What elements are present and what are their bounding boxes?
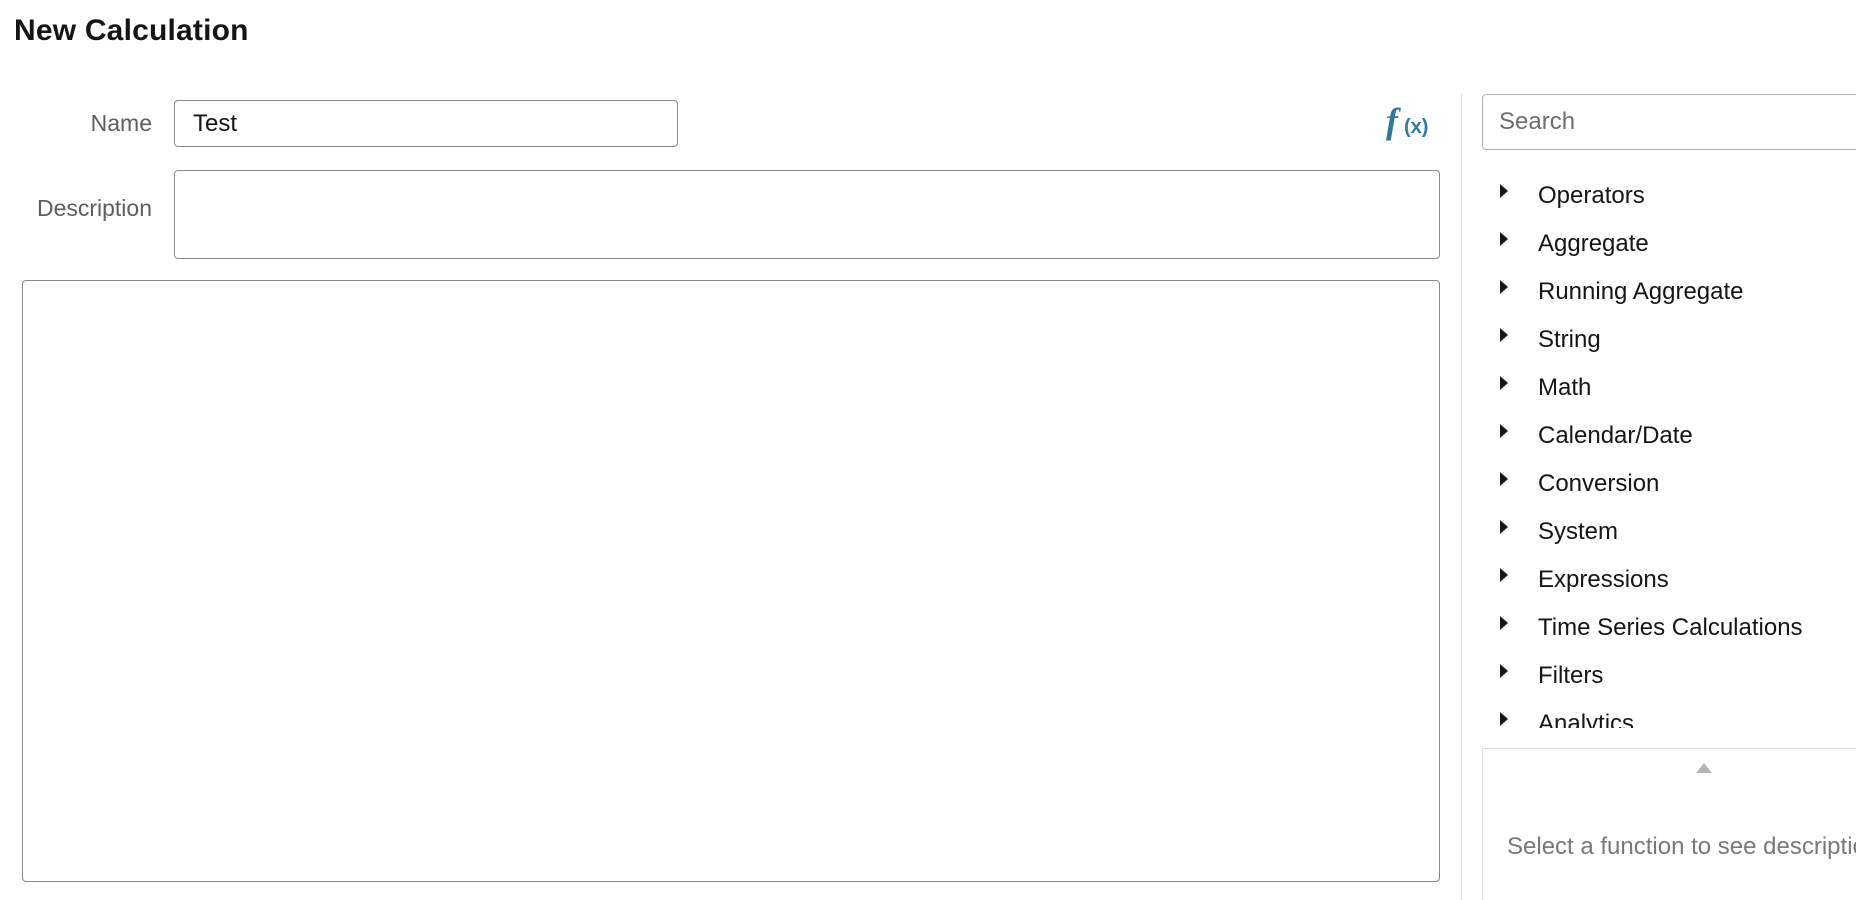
function-category-item[interactable]: Aggregate — [1482, 220, 1856, 268]
function-category-item[interactable]: Operators — [1482, 172, 1856, 220]
function-category-list: Operators Aggregate Running Aggregate Strin… — [1482, 172, 1856, 728]
expand-triangle-icon[interactable] — [1500, 712, 1508, 726]
function-search-input[interactable] — [1482, 94, 1856, 150]
function-category-label: Time Series Calculations — [1538, 614, 1803, 641]
expression-editor[interactable] — [22, 280, 1440, 882]
function-category-label: Calendar/Date — [1538, 422, 1693, 449]
function-category-label: Expressions — [1538, 566, 1669, 593]
function-description-hint: Select a function to see description — [1507, 833, 1856, 860]
fx-x-glyph: (x) — [1404, 116, 1429, 138]
new-calculation-dialog: New Calculation Name f (x) Description O… — [0, 0, 1856, 900]
function-category-label: Aggregate — [1538, 230, 1649, 257]
expand-triangle-icon[interactable] — [1500, 280, 1508, 294]
function-category-label: Running Aggregate — [1538, 278, 1744, 305]
description-label: Description — [36, 195, 152, 221]
expand-triangle-icon[interactable] — [1500, 328, 1508, 342]
function-category-label: Filters — [1538, 662, 1604, 689]
expand-triangle-icon[interactable] — [1500, 520, 1508, 534]
expand-triangle-icon[interactable] — [1500, 568, 1508, 582]
function-fx-icon[interactable]: f (x) — [1384, 101, 1436, 146]
function-category-item[interactable]: System — [1482, 508, 1856, 556]
expand-triangle-icon[interactable] — [1500, 424, 1508, 438]
collapse-caret-up-icon[interactable] — [1696, 763, 1712, 773]
function-category-item[interactable]: Running Aggregate — [1482, 268, 1856, 316]
function-category-item[interactable]: Calendar/Date — [1482, 412, 1856, 460]
function-category-item[interactable]: Expressions — [1482, 556, 1856, 604]
function-category-item[interactable]: Math — [1482, 364, 1856, 412]
function-category-item[interactable]: Analytics — [1482, 700, 1856, 728]
description-field[interactable] — [174, 170, 1440, 259]
function-category-label: System — [1538, 518, 1619, 545]
panel-divider — [1461, 94, 1462, 900]
function-category-label: Analytics — [1538, 710, 1635, 728]
function-category-item[interactable]: String — [1482, 316, 1856, 364]
function-category-label: Operators — [1538, 182, 1645, 209]
name-label: Name — [90, 110, 152, 136]
expand-triangle-icon[interactable] — [1500, 232, 1508, 246]
expand-triangle-icon[interactable] — [1500, 184, 1508, 198]
fx-f-glyph: f — [1386, 101, 1398, 141]
function-description-panel: Select a function to see description — [1482, 748, 1856, 900]
expand-triangle-icon[interactable] — [1500, 664, 1508, 678]
function-category-item[interactable]: Filters — [1482, 652, 1856, 700]
name-input[interactable] — [174, 100, 678, 147]
function-category-label: Math — [1538, 374, 1592, 401]
function-category-label: Conversion — [1538, 470, 1660, 497]
expand-triangle-icon[interactable] — [1500, 616, 1508, 630]
expand-triangle-icon[interactable] — [1500, 376, 1508, 390]
dialog-title: New Calculation — [14, 14, 249, 47]
function-category-label: String — [1538, 326, 1601, 353]
function-category-item[interactable]: Time Series Calculations — [1482, 604, 1856, 652]
function-category-item[interactable]: Conversion — [1482, 460, 1856, 508]
expand-triangle-icon[interactable] — [1500, 472, 1508, 486]
